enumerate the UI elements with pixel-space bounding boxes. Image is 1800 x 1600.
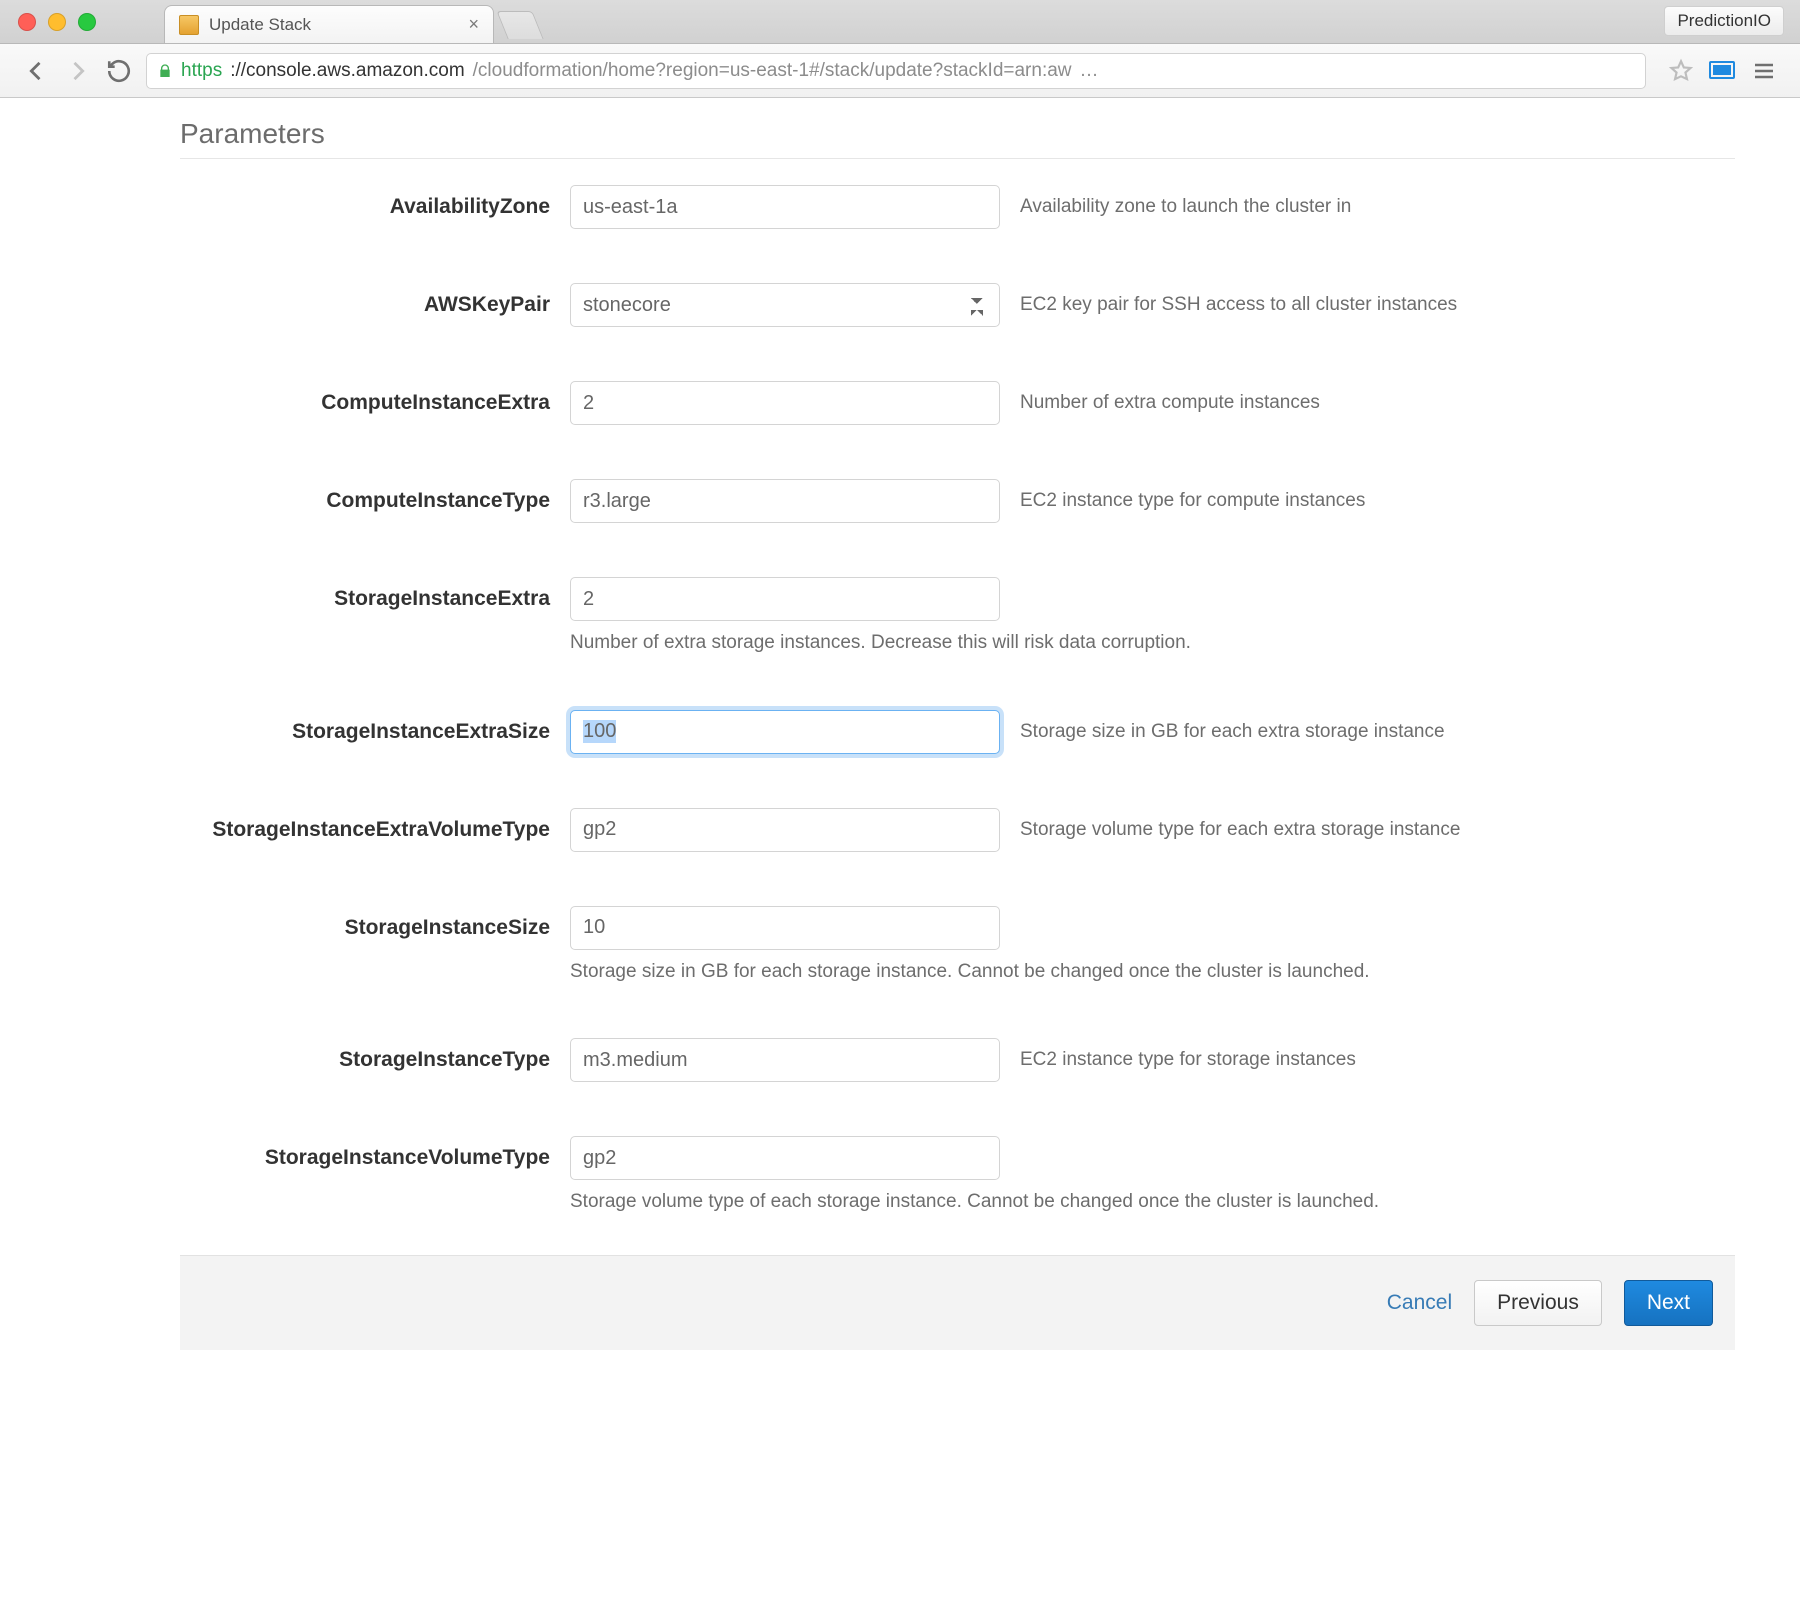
storage-instance-volume-type-input[interactable] xyxy=(570,1136,1000,1180)
bookmark-star-icon[interactable] xyxy=(1668,58,1694,84)
param-desc: Storage size in GB for each storage inst… xyxy=(570,950,1735,985)
aws-key-pair-select[interactable]: stonecore xyxy=(570,283,1000,327)
storage-instance-extra-input[interactable] xyxy=(570,577,1000,621)
param-label: StorageInstanceSize xyxy=(180,906,550,942)
window-close-icon[interactable] xyxy=(18,13,36,31)
param-desc: EC2 instance type for storage instances xyxy=(1020,1038,1735,1073)
param-label: AWSKeyPair xyxy=(180,283,550,319)
hamburger-menu-icon[interactable] xyxy=(1750,59,1778,83)
compute-instance-extra-input[interactable] xyxy=(570,381,1000,425)
param-desc: Storage volume type for each extra stora… xyxy=(1020,808,1735,843)
present-mode-icon[interactable] xyxy=(1708,59,1736,83)
tab-title: Update Stack xyxy=(209,15,311,35)
param-desc: Storage size in GB for each extra storag… xyxy=(1020,710,1735,745)
param-row-compute-instance-type: ComputeInstanceType EC2 instance type fo… xyxy=(180,479,1735,523)
param-label: StorageInstanceExtra xyxy=(180,577,550,613)
storage-instance-extra-size-input[interactable] xyxy=(570,710,1000,754)
param-row-storage-instance-extra-volume-type: StorageInstanceExtraVolumeType Storage v… xyxy=(180,808,1735,852)
storage-instance-size-input[interactable] xyxy=(570,906,1000,950)
param-desc: Number of extra storage instances. Decre… xyxy=(570,621,1735,656)
param-row-aws-key-pair: AWSKeyPair stonecore EC2 key pair for SS… xyxy=(180,283,1735,327)
address-bar[interactable]: https ://console.aws.amazon.com/cloudform… xyxy=(146,53,1646,89)
wizard-footer: Cancel Previous Next xyxy=(180,1255,1735,1350)
param-desc: Storage volume type of each storage inst… xyxy=(570,1180,1735,1215)
url-path: /cloudformation/home?region=us-east-1#/s… xyxy=(473,60,1072,82)
cancel-button[interactable]: Cancel xyxy=(1387,1291,1452,1315)
compute-instance-type-input[interactable] xyxy=(570,479,1000,523)
param-row-storage-instance-size: StorageInstanceSize Storage size in GB f… xyxy=(180,906,1735,985)
page-content: Parameters AvailabilityZone Availability… xyxy=(0,98,1800,1350)
back-button[interactable] xyxy=(22,57,50,85)
param-label: StorageInstanceType xyxy=(180,1038,550,1074)
param-desc: EC2 key pair for SSH access to all clust… xyxy=(1020,283,1735,318)
reload-button[interactable] xyxy=(106,58,132,84)
lock-icon xyxy=(157,62,173,80)
toolbar-right xyxy=(1668,58,1778,84)
param-label: StorageInstanceExtraVolumeType xyxy=(180,808,550,844)
param-row-availability-zone: AvailabilityZone Availability zone to la… xyxy=(180,185,1735,229)
next-button[interactable]: Next xyxy=(1624,1280,1713,1326)
param-desc: Availability zone to launch the cluster … xyxy=(1020,185,1735,220)
url-truncated: … xyxy=(1080,60,1099,82)
param-row-compute-instance-extra: ComputeInstanceExtra Number of extra com… xyxy=(180,381,1735,425)
param-row-storage-instance-extra-size: StorageInstanceExtraSize Storage size in… xyxy=(180,710,1735,754)
url-host: ://console.aws.amazon.com xyxy=(230,60,464,82)
browser-tab[interactable]: Update Stack × xyxy=(164,5,494,43)
param-label: StorageInstanceVolumeType xyxy=(180,1136,550,1172)
param-label: ComputeInstanceType xyxy=(180,479,550,515)
param-row-storage-instance-extra: StorageInstanceExtra Number of extra sto… xyxy=(180,577,1735,656)
window-maximize-icon[interactable] xyxy=(78,13,96,31)
param-label: AvailabilityZone xyxy=(180,185,550,221)
forward-button[interactable] xyxy=(64,57,92,85)
cloudformation-favicon-icon xyxy=(179,15,199,35)
browser-chrome: Update Stack × PredictionIO https ://cons… xyxy=(0,0,1800,98)
url-scheme: https xyxy=(181,60,222,82)
tab-strip: Update Stack × PredictionIO xyxy=(0,0,1800,44)
param-label: StorageInstanceExtraSize xyxy=(180,710,550,746)
param-desc: EC2 instance type for compute instances xyxy=(1020,479,1735,514)
storage-instance-type-input[interactable] xyxy=(570,1038,1000,1082)
profile-badge[interactable]: PredictionIO xyxy=(1664,6,1784,36)
param-desc: Number of extra compute instances xyxy=(1020,381,1735,416)
param-row-storage-instance-volume-type: StorageInstanceVolumeType Storage volume… xyxy=(180,1136,1735,1215)
new-tab-button[interactable] xyxy=(496,11,543,39)
previous-button[interactable]: Previous xyxy=(1474,1280,1602,1326)
browser-toolbar: https ://console.aws.amazon.com/cloudform… xyxy=(0,44,1800,98)
window-controls xyxy=(0,0,114,43)
storage-instance-extra-volume-type-input[interactable] xyxy=(570,808,1000,852)
section-title: Parameters xyxy=(180,118,1735,159)
param-label: ComputeInstanceExtra xyxy=(180,381,550,417)
window-minimize-icon[interactable] xyxy=(48,13,66,31)
param-row-storage-instance-type: StorageInstanceType EC2 instance type fo… xyxy=(180,1038,1735,1082)
tab-close-icon[interactable]: × xyxy=(468,14,479,35)
availability-zone-input[interactable] xyxy=(570,185,1000,229)
